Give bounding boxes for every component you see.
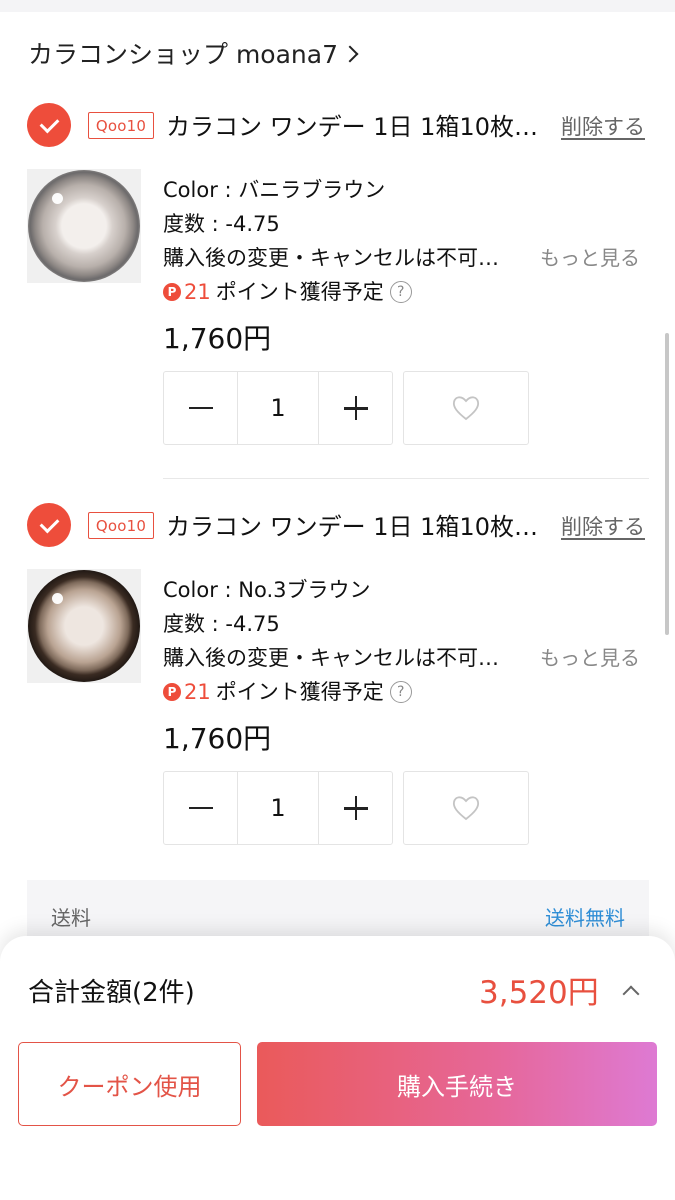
points-icon: P [163,683,181,701]
wishlist-button[interactable] [403,771,529,845]
product-title[interactable]: カラコン ワンデー 1日 1箱10枚入り [166,107,551,142]
cancel-notice: 購入後の変更・キャンセルは不可となります [163,646,519,670]
heart-icon [452,796,480,821]
shipping-label: 送料 [51,906,91,930]
chevron-up-icon[interactable] [622,985,640,1003]
shop-name: カラコンショップ moana7 [28,40,338,69]
points-value: 21 [184,280,211,304]
chevron-right-icon [341,45,359,62]
check-circle-icon[interactable] [27,503,71,547]
minus-icon [188,806,213,810]
power-option: 度数 : -4.75 [163,212,280,236]
top-strip [0,0,675,12]
scrollbar[interactable] [665,333,669,635]
quantity-stepper: 1 [163,371,393,445]
item-divider [163,478,649,479]
increase-button[interactable] [319,372,392,444]
delete-link[interactable]: 削除する [561,511,645,541]
decrease-button[interactable] [164,772,238,844]
points-icon: P [163,283,181,301]
increase-button[interactable] [319,772,392,844]
shop-link[interactable]: カラコンショップ moana7 [28,36,359,70]
minus-icon [188,406,213,410]
item-price: 1,760円 [163,322,272,355]
points-value: 21 [184,680,211,704]
quantity-stepper: 1 [163,771,393,845]
qoo10-badge: Qoo10 [88,112,154,139]
coupon-button[interactable]: クーポン使用 [18,1042,241,1126]
points-label: ポイント獲得予定 [215,680,384,704]
wishlist-button[interactable] [403,371,529,445]
cancel-notice: 購入後の変更・キャンセルは不可となります [163,246,519,270]
decrease-button[interactable] [164,372,238,444]
color-option: Color : バニラブラウン [163,178,386,202]
plus-icon [343,796,368,820]
shipping-value: 送料無料 [545,906,625,930]
heart-icon [452,396,480,421]
lens-image [28,570,140,682]
quantity-value[interactable]: 1 [238,772,319,844]
product-options: Color : バニラブラウン 度数 : -4.75 購入後の変更・キャンセルは… [163,173,653,309]
power-option: 度数 : -4.75 [163,612,280,636]
checkout-panel: 合計金額(2件) 3,520円 クーポン使用 購入手続き [0,936,675,1200]
checkout-button[interactable]: 購入手続き [257,1042,657,1126]
item-price: 1,760円 [163,722,272,755]
points-row: P 21 ポイント獲得予定 ? [163,275,653,309]
see-more-link[interactable]: もっと見る [540,641,640,675]
product-image[interactable] [27,569,141,683]
help-icon[interactable]: ? [389,681,412,703]
delete-link[interactable]: 削除する [561,111,645,141]
plus-icon [343,396,368,420]
see-more-link[interactable]: もっと見る [540,241,640,275]
quantity-value[interactable]: 1 [238,372,319,444]
product-title[interactable]: カラコン ワンデー 1日 1箱10枚入り [166,507,551,542]
points-row: P 21 ポイント獲得予定 ? [163,675,653,709]
points-label: ポイント獲得予定 [215,280,384,304]
qoo10-badge: Qoo10 [88,512,154,539]
product-image[interactable] [27,169,141,283]
color-option: Color : No.3ブラウン [163,578,371,602]
help-icon[interactable]: ? [389,281,412,303]
check-circle-icon[interactable] [27,103,71,147]
total-label: 合計金額(2件) [28,978,195,1008]
product-options: Color : No.3ブラウン 度数 : -4.75 購入後の変更・キャンセル… [163,573,653,709]
total-amount: 3,520円 [479,975,599,1011]
lens-image [28,170,140,282]
